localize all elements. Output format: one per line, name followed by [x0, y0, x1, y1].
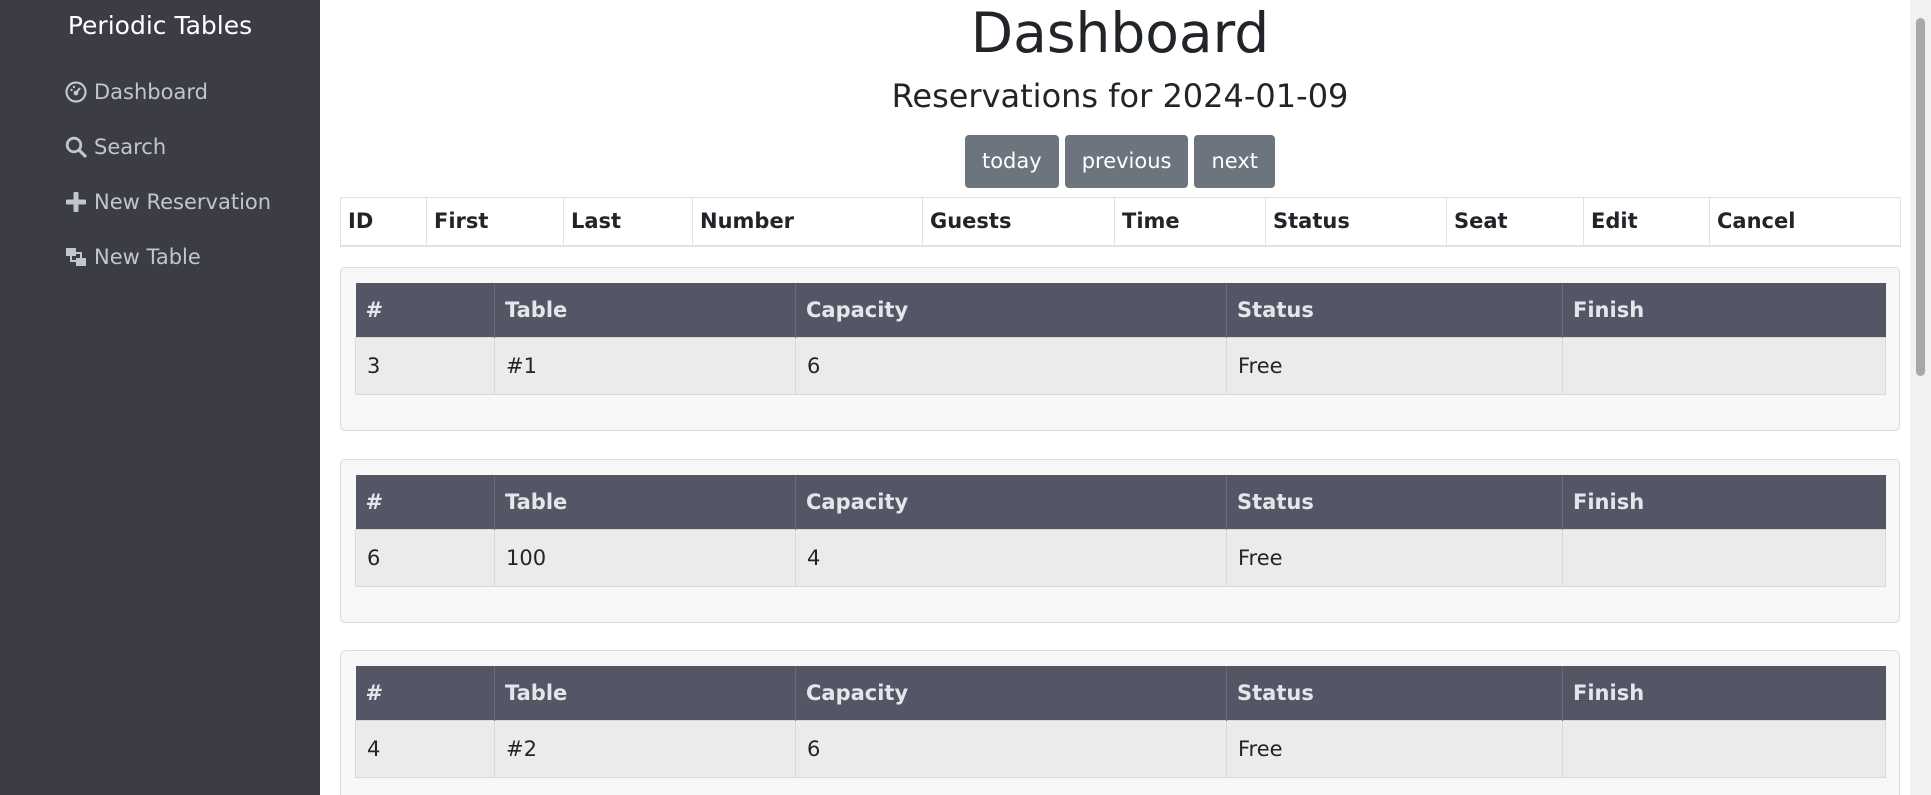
column-header: Time — [1114, 197, 1266, 247]
column-header: Table — [494, 475, 796, 529]
column-header: Last — [563, 197, 693, 247]
scrollbar-thumb[interactable] — [1916, 18, 1925, 376]
sidebar-item-new-reservation[interactable]: New Reservation — [64, 174, 271, 229]
table-finish-cell — [1562, 719, 1886, 778]
table-id-cell: 3 — [355, 336, 495, 395]
vertical-scrollbar[interactable] — [1910, 0, 1931, 795]
column-header: Finish — [1562, 475, 1886, 529]
column-header: Capacity — [795, 666, 1227, 720]
app-window: Periodic Tables Dashboard Search New Res… — [0, 0, 1931, 795]
column-header: # — [355, 475, 495, 529]
tables-table: # Table Capacity Status Finish 4 #2 6 Fr… — [355, 666, 1886, 778]
column-header: Table — [494, 666, 796, 720]
column-header: Capacity — [795, 475, 1227, 529]
search-icon — [64, 135, 88, 159]
column-header: Guests — [922, 197, 1115, 247]
table-icon — [64, 245, 88, 269]
table-row: 4 #2 6 Free — [355, 719, 1886, 778]
column-header: Number — [692, 197, 923, 247]
sidebar-item-label: New Reservation — [94, 189, 272, 214]
table-card: # Table Capacity Status Finish 3 #1 6 Fr… — [340, 267, 1900, 431]
table-finish-cell — [1562, 528, 1886, 587]
table-name-cell: #1 — [494, 336, 796, 395]
sidebar-nav: Dashboard Search New Reservation New Tab… — [64, 64, 271, 284]
column-header: Finish — [1562, 283, 1886, 337]
plus-icon — [64, 190, 88, 214]
dashboard-icon — [64, 80, 88, 104]
column-header: Status — [1226, 666, 1563, 720]
reservations-header-row: ID First Last Number Guests Time Status … — [340, 197, 1901, 247]
column-header: ID — [340, 197, 427, 247]
table-finish-cell — [1562, 336, 1886, 395]
table-name-cell: 100 — [494, 528, 796, 587]
sidebar: Periodic Tables Dashboard Search New Res… — [0, 0, 320, 795]
sidebar-item-label: Search — [94, 134, 167, 159]
table-id-cell: 4 — [355, 719, 495, 778]
tables-table: # Table Capacity Status Finish 6 100 4 F… — [355, 475, 1886, 587]
next-button[interactable]: next — [1194, 135, 1276, 188]
main-content: Dashboard Reservations for 2024-01-09 to… — [320, 0, 1910, 795]
table-status-cell: Free — [1226, 336, 1563, 395]
brand-title[interactable]: Periodic Tables — [0, 10, 320, 42]
sidebar-item-new-table[interactable]: New Table — [64, 229, 271, 284]
column-header: Seat — [1446, 197, 1584, 247]
column-header: Cancel — [1709, 197, 1901, 247]
table-row: 3 #1 6 Free — [355, 336, 1886, 395]
column-header: Table — [494, 283, 796, 337]
today-button[interactable]: today — [964, 135, 1059, 188]
column-header: Status — [1226, 475, 1563, 529]
previous-button[interactable]: previous — [1064, 135, 1189, 188]
column-header: Edit — [1583, 197, 1710, 247]
column-header: Status — [1226, 283, 1563, 337]
page-subtitle: Reservations for 2024-01-09 — [891, 77, 1349, 115]
sidebar-item-label: New Table — [94, 244, 201, 269]
table-card: # Table Capacity Status Finish 6 100 4 F… — [340, 459, 1900, 623]
table-capacity-cell: 6 — [795, 719, 1227, 778]
table-id-cell: 6 — [355, 528, 495, 587]
tables-header-row: # Table Capacity Status Finish — [355, 666, 1886, 720]
sidebar-item-label: Dashboard — [94, 79, 208, 104]
column-header: Status — [1265, 197, 1447, 247]
tables-header-row: # Table Capacity Status Finish — [355, 283, 1886, 337]
page-title: Dashboard — [970, 1, 1270, 65]
table-status-cell: Free — [1226, 719, 1563, 778]
column-header: Capacity — [795, 283, 1227, 337]
sidebar-item-search[interactable]: Search — [64, 119, 271, 174]
column-header: First — [426, 197, 564, 247]
table-row: 6 100 4 Free — [355, 528, 1886, 587]
sidebar-item-dashboard[interactable]: Dashboard — [64, 64, 271, 119]
table-capacity-cell: 4 — [795, 528, 1227, 587]
reservations-table: ID First Last Number Guests Time Status … — [340, 197, 1901, 247]
table-status-cell: Free — [1226, 528, 1563, 587]
table-card: # Table Capacity Status Finish 4 #2 6 Fr… — [340, 650, 1900, 795]
table-capacity-cell: 6 — [795, 336, 1227, 395]
column-header: # — [355, 666, 495, 720]
date-nav-buttons: today previous next — [320, 135, 1910, 188]
column-header: Finish — [1562, 666, 1886, 720]
table-name-cell: #2 — [494, 719, 796, 778]
column-header: # — [355, 283, 495, 337]
tables-table: # Table Capacity Status Finish 3 #1 6 Fr… — [355, 283, 1886, 395]
tables-header-row: # Table Capacity Status Finish — [355, 475, 1886, 529]
